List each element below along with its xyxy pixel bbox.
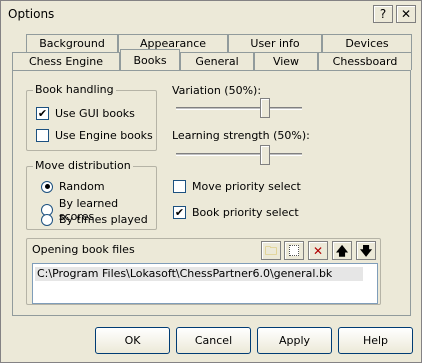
radio-random-row[interactable]: Random: [41, 180, 105, 193]
radio-selected-dot: [44, 184, 50, 189]
learning-strength-slider-track[interactable]: [176, 153, 302, 156]
tab-general[interactable]: General: [180, 52, 254, 70]
help-button[interactable]: Help: [338, 327, 413, 354]
ok-button[interactable]: OK: [95, 327, 170, 354]
move-down-button[interactable]: 🡇: [356, 241, 376, 260]
close-icon: ✕: [400, 7, 412, 21]
move-priority-select-row[interactable]: Move priority select: [173, 180, 301, 193]
tab-chessboard[interactable]: Chessboard: [318, 52, 412, 70]
use-engine-books-label: Use Engine books: [55, 129, 153, 142]
radio-times-played-label: By times played: [59, 213, 148, 226]
book-handling-label: Book handling: [33, 83, 116, 96]
book-priority-select-checkbox[interactable]: ✔: [173, 206, 186, 219]
new-book-button[interactable]: [284, 241, 304, 260]
open-book-button[interactable]: 🗀: [261, 241, 281, 260]
book-files-list[interactable]: C:\Program Files\Lokasoft\ChessPartner6.…: [32, 263, 378, 304]
use-gui-books-checkbox-row[interactable]: ✔ Use GUI books: [36, 107, 135, 120]
tab-label: Books: [133, 53, 167, 67]
radio-random[interactable]: [41, 180, 53, 193]
tab-label: View: [272, 55, 300, 68]
book-files-toolbar: 🗀 ✕ 🡅 🡇: [261, 241, 376, 260]
open-folder-icon: 🗀: [264, 243, 277, 258]
window-title: Options: [8, 7, 55, 21]
question-icon: ?: [379, 7, 387, 21]
radio-times-played[interactable]: [41, 213, 53, 226]
book-priority-select-row[interactable]: ✔ Book priority select: [173, 206, 299, 219]
options-window: Options ? ✕ Background Appearance User i…: [0, 0, 422, 363]
tab-devices[interactable]: Devices: [322, 34, 412, 52]
list-item[interactable]: C:\Program Files\Lokasoft\ChessPartner6.…: [35, 267, 363, 281]
move-priority-select-label: Move priority select: [192, 180, 301, 193]
new-file-icon: [289, 245, 299, 256]
opening-book-files-group: Opening book files 🗀 ✕ 🡅 🡇 C:\Program Fi…: [26, 238, 381, 305]
apply-button-label: Apply: [278, 334, 311, 347]
use-engine-books-checkbox-row[interactable]: Use Engine books: [36, 129, 153, 142]
book-priority-select-label: Book priority select: [192, 206, 299, 219]
variation-label: Variation (50%):: [172, 84, 262, 97]
use-gui-books-label: Use GUI books: [55, 107, 135, 120]
help-button-label: Help: [362, 334, 389, 347]
tab-label: General: [195, 55, 239, 68]
check-mark-icon: ✔: [174, 206, 185, 219]
move-distribution-group: Move distribution Random By learned scor…: [26, 159, 157, 230]
move-down-icon: 🡇: [359, 243, 373, 258]
tab-label: User info: [250, 37, 300, 50]
move-up-icon: 🡅: [335, 243, 349, 258]
tab-label: Chessboard: [332, 55, 398, 68]
books-tab-panel: Book handling ✔ Use GUI books Use Engine…: [12, 70, 411, 316]
tab-background[interactable]: Background: [26, 34, 118, 52]
book-handling-group: Book handling ✔ Use GUI books Use Engine…: [26, 83, 157, 151]
ok-button-label: OK: [124, 334, 141, 347]
apply-button[interactable]: Apply: [257, 327, 332, 354]
delete-icon: ✕: [312, 243, 324, 258]
learning-strength-label: Learning strength (50%):: [172, 129, 310, 142]
tab-label: Devices: [345, 37, 389, 50]
variation-slider-thumb[interactable]: [260, 98, 270, 118]
variation-slider-track[interactable]: [176, 107, 302, 110]
cancel-button[interactable]: Cancel: [176, 327, 251, 354]
move-distribution-label: Move distribution: [33, 159, 133, 172]
tab-label: Background: [39, 37, 105, 50]
title-bar[interactable]: Options ? ✕: [1, 1, 421, 27]
use-gui-books-checkbox[interactable]: ✔: [36, 107, 49, 120]
delete-book-button[interactable]: ✕: [308, 241, 328, 260]
radio-random-label: Random: [59, 180, 105, 193]
tab-label: Chess Engine: [28, 55, 104, 68]
tab-view[interactable]: View: [254, 52, 318, 70]
tab-books[interactable]: Books: [120, 49, 180, 70]
close-button[interactable]: ✕: [396, 5, 416, 23]
use-engine-books-checkbox[interactable]: [36, 129, 49, 142]
check-mark-icon: ✔: [37, 107, 48, 120]
learning-strength-slider-thumb[interactable]: [260, 145, 270, 165]
help-title-button[interactable]: ?: [373, 5, 393, 23]
radio-times-played-row[interactable]: By times played: [41, 213, 148, 226]
move-up-button[interactable]: 🡅: [332, 241, 352, 260]
tab-user-info[interactable]: User info: [228, 34, 322, 52]
tab-chess-engine[interactable]: Chess Engine: [12, 52, 120, 70]
move-priority-select-checkbox[interactable]: [173, 180, 186, 193]
cancel-button-label: Cancel: [194, 334, 233, 347]
opening-book-files-label: Opening book files: [32, 243, 135, 256]
